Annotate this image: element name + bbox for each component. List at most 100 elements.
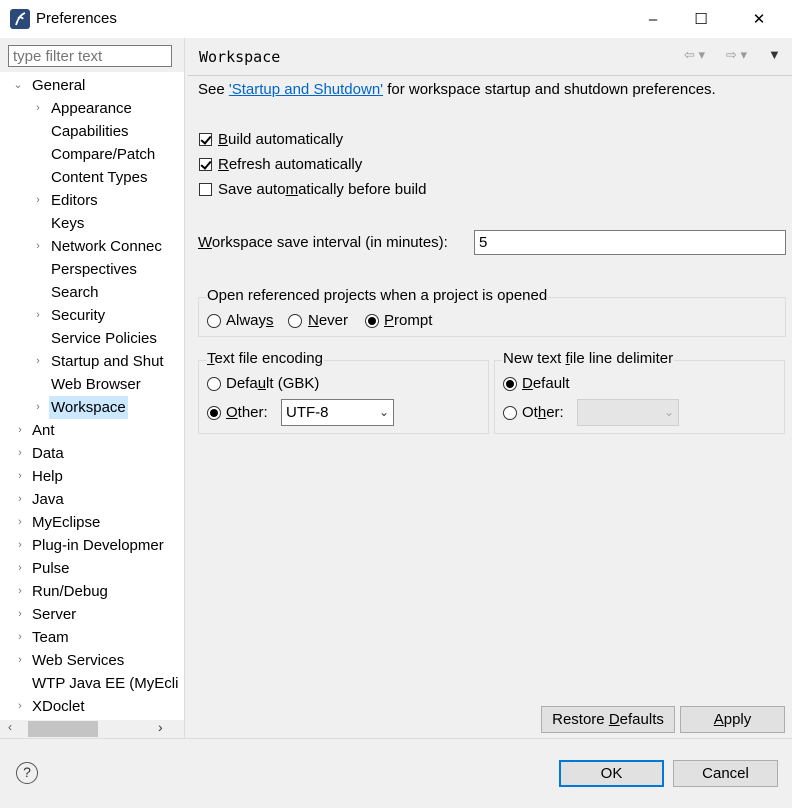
tree-item-network-connec[interactable]: › Network Connec <box>0 235 184 258</box>
chevron-right-icon[interactable]: › <box>14 557 26 580</box>
chevron-right-icon[interactable]: › <box>14 419 26 442</box>
delimiter-other-label: Other: <box>522 404 564 421</box>
tree-item-workspace[interactable]: › Workspace <box>0 396 184 419</box>
encoding-default-radio[interactable] <box>207 377 221 391</box>
help-icon[interactable]: ? <box>16 762 38 784</box>
encoding-default-label: Default (GBK) <box>226 375 320 392</box>
tree-item-security[interactable]: › Security <box>0 304 184 327</box>
chevron-right-icon[interactable]: › <box>32 396 44 419</box>
chevron-right-icon[interactable]: › <box>14 603 26 626</box>
prompt-label: Prompt <box>384 312 433 329</box>
tree-item-run-debug[interactable]: › Run/Debug <box>0 580 184 603</box>
cancel-button[interactable]: Cancel <box>673 760 778 787</box>
tree-item-general[interactable]: ⌄ General <box>0 74 184 97</box>
restore-defaults-button[interactable]: Restore Defaults <box>541 706 675 733</box>
chevron-right-icon[interactable]: › <box>32 350 44 373</box>
close-icon: ✕ <box>752 11 766 28</box>
chevron-right-icon[interactable]: › <box>14 488 26 511</box>
tree-item-web-browser[interactable]: Web Browser <box>0 373 184 396</box>
build-automatically-label: Build automatically <box>218 131 344 148</box>
delimiter-other-radio[interactable] <box>503 406 517 420</box>
line-delimiter-group-label: New text file line delimiter <box>502 350 675 367</box>
tree-item-keys[interactable]: Keys <box>0 212 184 235</box>
encoding-other-label: Other: <box>226 404 268 421</box>
open-projects-group-label: Open referenced projects when a project … <box>206 287 549 304</box>
close-button[interactable]: ✕ <box>736 0 782 38</box>
save-interval-input[interactable]: 5 <box>474 230 786 255</box>
startup-hint: See 'Startup and Shutdown' for workspace… <box>198 81 716 98</box>
delimiter-select[interactable]: ⌄ <box>577 399 679 426</box>
chevron-right-icon[interactable]: › <box>32 304 44 327</box>
tree-item-server[interactable]: › Server <box>0 603 184 626</box>
scroll-right-icon[interactable]: › <box>158 719 163 735</box>
maximize-icon: ☐ <box>694 11 708 28</box>
chevron-down-icon: ⌄ <box>663 405 674 419</box>
chevron-right-icon[interactable]: › <box>14 534 26 557</box>
pane-divider <box>184 38 185 738</box>
save-automatically-checkbox[interactable] <box>199 183 212 196</box>
text-encoding-group-label: Text file encoding <box>206 350 324 367</box>
startup-shutdown-link[interactable]: 'Startup and Shutdown' <box>229 81 383 98</box>
filter-input[interactable] <box>8 45 172 67</box>
tree-item-wtp-java-ee-myecli[interactable]: WTP Java EE (MyEcli <box>0 672 184 695</box>
ok-button[interactable]: OK <box>559 760 664 787</box>
chevron-right-icon[interactable]: › <box>14 511 26 534</box>
window-title: Preferences <box>36 10 117 27</box>
tree-item-pulse[interactable]: › Pulse <box>0 557 184 580</box>
never-radio[interactable] <box>288 314 302 328</box>
tree-item-java[interactable]: › Java <box>0 488 184 511</box>
tree-item-startup-and-shut[interactable]: › Startup and Shut <box>0 350 184 373</box>
apply-button[interactable]: Apply <box>680 706 785 733</box>
tree-item-ant[interactable]: › Ant <box>0 419 184 442</box>
tree-item-perspectives[interactable]: Perspectives <box>0 258 184 281</box>
tree-item-xdoclet[interactable]: › XDoclet <box>0 695 184 718</box>
always-radio[interactable] <box>207 314 221 328</box>
back-arrow-icon[interactable]: ⇦ ▾ <box>684 47 705 63</box>
tree-item-appearance[interactable]: › Appearance <box>0 97 184 120</box>
tree-item-content-types[interactable]: Content Types <box>0 166 184 189</box>
tree-item-service-policies[interactable]: Service Policies <box>0 327 184 350</box>
view-menu-icon[interactable]: ▼ <box>768 47 781 62</box>
tree-item-editors[interactable]: › Editors <box>0 189 184 212</box>
chevron-right-icon[interactable]: › <box>32 189 44 212</box>
chevron-right-icon[interactable]: › <box>14 442 26 465</box>
forward-arrow-icon[interactable]: ⇨ ▾ <box>726 47 747 63</box>
tree-item-team[interactable]: › Team <box>0 626 184 649</box>
build-automatically-checkbox[interactable] <box>199 133 212 146</box>
tree-item-myeclipse[interactable]: › MyEclipse <box>0 511 184 534</box>
chevron-right-icon[interactable]: › <box>14 465 26 488</box>
chevron-down-icon[interactable]: ⌄ <box>12 74 24 97</box>
minimize-icon: – <box>648 10 658 28</box>
chevron-right-icon[interactable]: › <box>32 97 44 120</box>
delimiter-default-label: Default <box>522 375 570 392</box>
save-automatically-label: Save automatically before build <box>218 181 427 198</box>
chevron-right-icon[interactable]: › <box>32 235 44 258</box>
chevron-right-icon[interactable]: › <box>14 580 26 603</box>
delimiter-default-radio[interactable] <box>503 377 517 391</box>
page-title: Workspace <box>199 48 281 66</box>
chevron-right-icon[interactable]: › <box>14 626 26 649</box>
save-interval-label: Workspace save interval (in minutes): <box>198 234 448 251</box>
scrollbar-thumb[interactable] <box>28 721 98 737</box>
encoding-other-radio[interactable] <box>207 406 221 420</box>
tree-item-compare-patch[interactable]: Compare/Patch <box>0 143 184 166</box>
prompt-radio[interactable] <box>365 314 379 328</box>
app-icon <box>10 9 30 29</box>
tree-item-search[interactable]: Search <box>0 281 184 304</box>
refresh-automatically-checkbox[interactable] <box>199 158 212 171</box>
tree-item-capabilities[interactable]: Capabilities <box>0 120 184 143</box>
tree-item-data[interactable]: › Data <box>0 442 184 465</box>
footer-separator <box>0 738 792 739</box>
chevron-right-icon[interactable]: › <box>14 695 26 718</box>
tree-item-plug-in-developmer[interactable]: › Plug-in Developmer <box>0 534 184 557</box>
maximize-button[interactable]: ☐ <box>678 0 724 38</box>
scroll-left-icon[interactable]: ‹ <box>8 720 12 734</box>
minimize-button[interactable]: – <box>630 0 676 38</box>
chevron-right-icon[interactable]: › <box>14 649 26 672</box>
preference-tree[interactable]: ⌄ General › Appearance Capabilities Compare… <box>0 72 184 720</box>
title-separator <box>188 75 792 76</box>
encoding-select[interactable]: UTF-8 ⌄ <box>281 399 394 426</box>
tree-item-web-services[interactable]: › Web Services <box>0 649 184 672</box>
chevron-down-icon: ⌄ <box>378 405 389 419</box>
tree-item-help[interactable]: › Help <box>0 465 184 488</box>
